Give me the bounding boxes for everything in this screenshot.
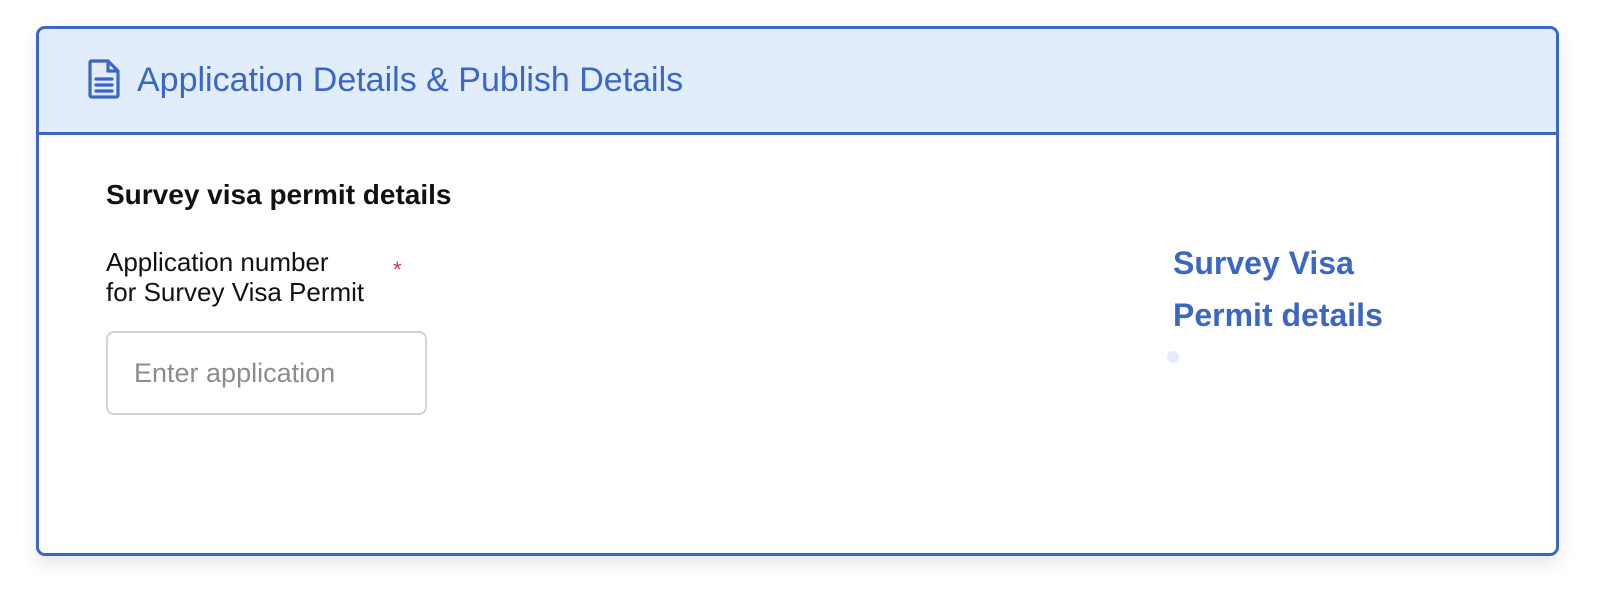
section-title: Survey visa permit details bbox=[106, 179, 452, 210]
application-details-panel: Application Details & Publish Details Su… bbox=[36, 26, 1559, 556]
side-link-line1: Survey Visa bbox=[1173, 245, 1354, 281]
application-number-label-line2: for Survey Visa Permit bbox=[106, 277, 365, 307]
nav-indicator-dot bbox=[1167, 351, 1179, 363]
application-number-input[interactable] bbox=[106, 331, 427, 415]
panel-title: Application Details & Publish Details bbox=[137, 61, 684, 99]
survey-visa-permit-details-link[interactable]: Survey Visa Permit details bbox=[1173, 237, 1383, 341]
required-marker: * bbox=[393, 257, 402, 282]
document-icon bbox=[87, 58, 121, 100]
side-link-line2: Permit details bbox=[1173, 297, 1383, 333]
panel-header: Application Details & Publish Details bbox=[39, 29, 1556, 135]
application-number-label-line1: Application number bbox=[106, 247, 329, 277]
application-number-label: Application number for Survey Visa Permi… bbox=[106, 247, 364, 307]
